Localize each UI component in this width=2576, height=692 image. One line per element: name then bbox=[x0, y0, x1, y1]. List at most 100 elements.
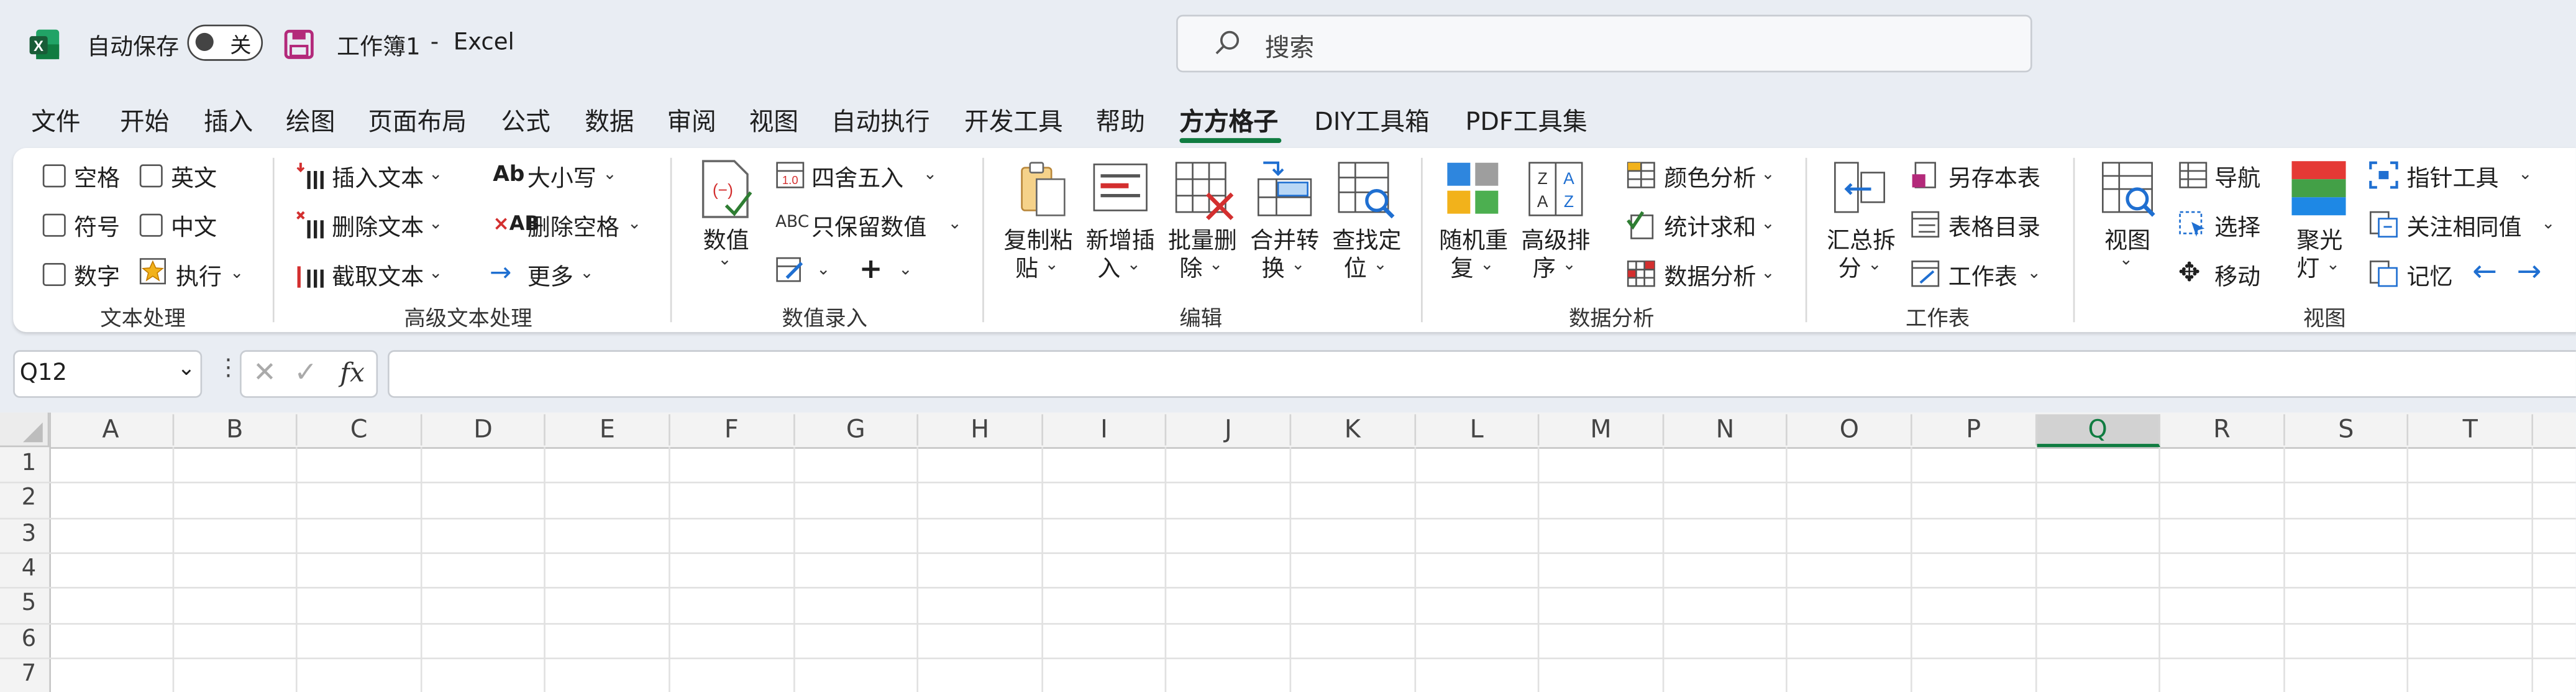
chevron-down-icon[interactable]: ⌄ bbox=[1373, 256, 1387, 274]
label-chinese[interactable]: 中文 bbox=[171, 210, 217, 243]
chevron-down-icon[interactable]: ⌄ bbox=[1761, 166, 1774, 184]
merge-convert-icon[interactable] bbox=[1255, 159, 1314, 218]
tab-diy-toolbox[interactable]: DIY工具箱 bbox=[1314, 104, 1429, 139]
chevron-down-icon[interactable]: ⌄ bbox=[580, 265, 593, 283]
worksheet-button[interactable]: 工作表 bbox=[1948, 260, 2017, 293]
find-locate-icon[interactable] bbox=[1337, 159, 1396, 219]
column-header-c[interactable]: C bbox=[298, 414, 422, 446]
column-header-f[interactable]: F bbox=[670, 414, 795, 446]
search-box[interactable]: 搜索 bbox=[1176, 14, 2032, 73]
batch-delete-label-2[interactable]: 除 bbox=[1179, 252, 1202, 285]
chevron-down-icon[interactable]: ⌄ bbox=[1761, 215, 1774, 233]
arrow-right-icon[interactable]: → bbox=[2517, 255, 2542, 290]
chevron-down-icon[interactable]: ⌄ bbox=[1127, 256, 1141, 274]
column-header-p[interactable]: P bbox=[1912, 414, 2037, 446]
chevron-down-icon[interactable]: ⌄ bbox=[1291, 256, 1305, 274]
number-icon[interactable]: (−) bbox=[698, 159, 754, 218]
plus-icon[interactable]: + bbox=[859, 253, 883, 286]
column-header-l[interactable]: L bbox=[1415, 414, 1540, 446]
edit-table-icon[interactable] bbox=[775, 256, 805, 284]
more-button[interactable]: 更多 bbox=[528, 260, 573, 293]
tab-view[interactable]: 视图 bbox=[749, 104, 798, 139]
advanced-sort-label-2[interactable]: 序 bbox=[1533, 252, 1556, 285]
label-symbol[interactable]: 符号 bbox=[74, 210, 120, 243]
column-header-r[interactable]: R bbox=[2160, 414, 2285, 446]
arrow-left-icon[interactable]: ← bbox=[2472, 255, 2497, 290]
tab-data[interactable]: 数据 bbox=[585, 104, 634, 139]
tab-developer[interactable]: 开发工具 bbox=[964, 104, 1063, 139]
column-header-o[interactable]: O bbox=[1788, 414, 1912, 446]
chevron-down-icon[interactable]: ⌄ bbox=[429, 166, 442, 184]
row-header-5[interactable]: 5 bbox=[0, 591, 49, 625]
move-button[interactable]: 移动 bbox=[2214, 260, 2260, 293]
tab-formulas[interactable]: 公式 bbox=[501, 104, 550, 139]
summary-split-icon[interactable] bbox=[1832, 159, 1888, 218]
execute-button[interactable]: 执行 bbox=[176, 260, 222, 293]
column-header-t[interactable]: T bbox=[2409, 414, 2534, 446]
tab-help[interactable]: 帮助 bbox=[1096, 104, 1145, 139]
extract-text-button[interactable]: 截取文本 bbox=[332, 260, 424, 293]
formula-input[interactable] bbox=[387, 350, 2576, 398]
keep-number-button[interactable]: 只保留数值 bbox=[811, 210, 926, 243]
tab-home[interactable]: 开始 bbox=[120, 104, 169, 139]
column-header-a[interactable]: A bbox=[49, 414, 174, 446]
select-all-corner[interactable] bbox=[0, 412, 50, 448]
column-header-s[interactable]: S bbox=[2285, 414, 2409, 446]
chevron-down-icon[interactable]: ⌄ bbox=[230, 265, 244, 283]
column-header-d[interactable]: D bbox=[422, 414, 546, 446]
table-index-button[interactable]: 表格目录 bbox=[1948, 210, 2040, 243]
autosave-toggle[interactable]: 关 bbox=[187, 24, 263, 61]
pointer-tool-button[interactable]: 指针工具 bbox=[2406, 161, 2498, 194]
save-sheet-button[interactable]: 另存本表 bbox=[1948, 161, 2040, 194]
summary-split-label-2[interactable]: 分 bbox=[1838, 252, 1861, 285]
random-repeat-icon[interactable] bbox=[1446, 161, 1502, 217]
tab-pdf-tools[interactable]: PDF工具集 bbox=[1465, 104, 1587, 139]
chevron-down-icon[interactable]: ⌄ bbox=[2119, 252, 2133, 270]
spotlight-icon[interactable] bbox=[2291, 161, 2346, 216]
copy-paste-icon[interactable] bbox=[1013, 159, 1069, 218]
column-header-g[interactable]: G bbox=[795, 414, 919, 446]
copy-paste-label-2[interactable]: 贴 bbox=[1015, 252, 1038, 285]
label-space[interactable]: 空格 bbox=[74, 161, 120, 194]
add-insert-icon[interactable] bbox=[1092, 159, 1148, 215]
row-header-4[interactable]: 4 bbox=[0, 555, 49, 590]
delete-text-button[interactable]: 删除文本 bbox=[332, 210, 424, 243]
view-icon[interactable] bbox=[2101, 159, 2157, 218]
checkbox-chinese[interactable] bbox=[139, 213, 163, 237]
tab-draw[interactable]: 绘图 bbox=[286, 104, 335, 139]
column-header-k[interactable]: K bbox=[1291, 414, 1416, 446]
column-header-h[interactable]: H bbox=[918, 414, 1043, 446]
chevron-down-icon[interactable]: ⌄ bbox=[816, 261, 830, 279]
label-number[interactable]: 数字 bbox=[74, 260, 120, 293]
label-english[interactable]: 英文 bbox=[171, 161, 217, 194]
column-header-q[interactable]: Q bbox=[2036, 414, 2161, 448]
checkbox-number[interactable] bbox=[42, 263, 66, 287]
tab-automate[interactable]: 自动执行 bbox=[831, 104, 930, 139]
column-header-j[interactable]: J bbox=[1167, 414, 1292, 446]
advanced-sort-icon[interactable]: ZAAZ bbox=[1528, 161, 1584, 217]
cancel-icon[interactable]: ✕ bbox=[253, 357, 276, 390]
focus-same-button[interactable]: 关注相同值 bbox=[2406, 210, 2521, 243]
chevron-down-icon[interactable]: ⌄ bbox=[2326, 256, 2340, 274]
column-header-i[interactable]: I bbox=[1043, 414, 1167, 446]
checkbox-space[interactable] bbox=[42, 164, 66, 188]
chevron-down-icon[interactable]: ⌄ bbox=[2518, 166, 2532, 184]
row-header-2[interactable]: 2 bbox=[0, 486, 49, 520]
chevron-down-icon[interactable]: ⌄ bbox=[429, 215, 442, 233]
chevron-down-icon[interactable]: ⌄ bbox=[923, 166, 937, 184]
insert-text-button[interactable]: 插入文本 bbox=[332, 161, 424, 194]
data-analysis-button[interactable]: 数据分析 bbox=[1664, 260, 1756, 293]
row-header-1[interactable]: 1 bbox=[0, 450, 49, 485]
chevron-down-icon[interactable]: ⌄ bbox=[1480, 256, 1494, 274]
execute-star-icon[interactable] bbox=[139, 258, 167, 285]
column-header-e[interactable]: E bbox=[546, 414, 670, 446]
chevron-down-icon[interactable]: ⌄ bbox=[718, 252, 731, 270]
chevron-down-icon[interactable]: ⌄ bbox=[1868, 256, 1881, 274]
delete-space-button[interactable]: 删除空格 bbox=[528, 210, 619, 243]
column-header-n[interactable]: N bbox=[1664, 414, 1788, 446]
tab-review[interactable]: 审阅 bbox=[667, 104, 716, 139]
column-header-m[interactable]: M bbox=[1540, 414, 1664, 446]
color-analysis-button[interactable]: 颜色分析 bbox=[1664, 161, 1756, 194]
row-header-6[interactable]: 6 bbox=[0, 625, 49, 660]
case-button[interactable]: 大小写 bbox=[528, 161, 596, 194]
